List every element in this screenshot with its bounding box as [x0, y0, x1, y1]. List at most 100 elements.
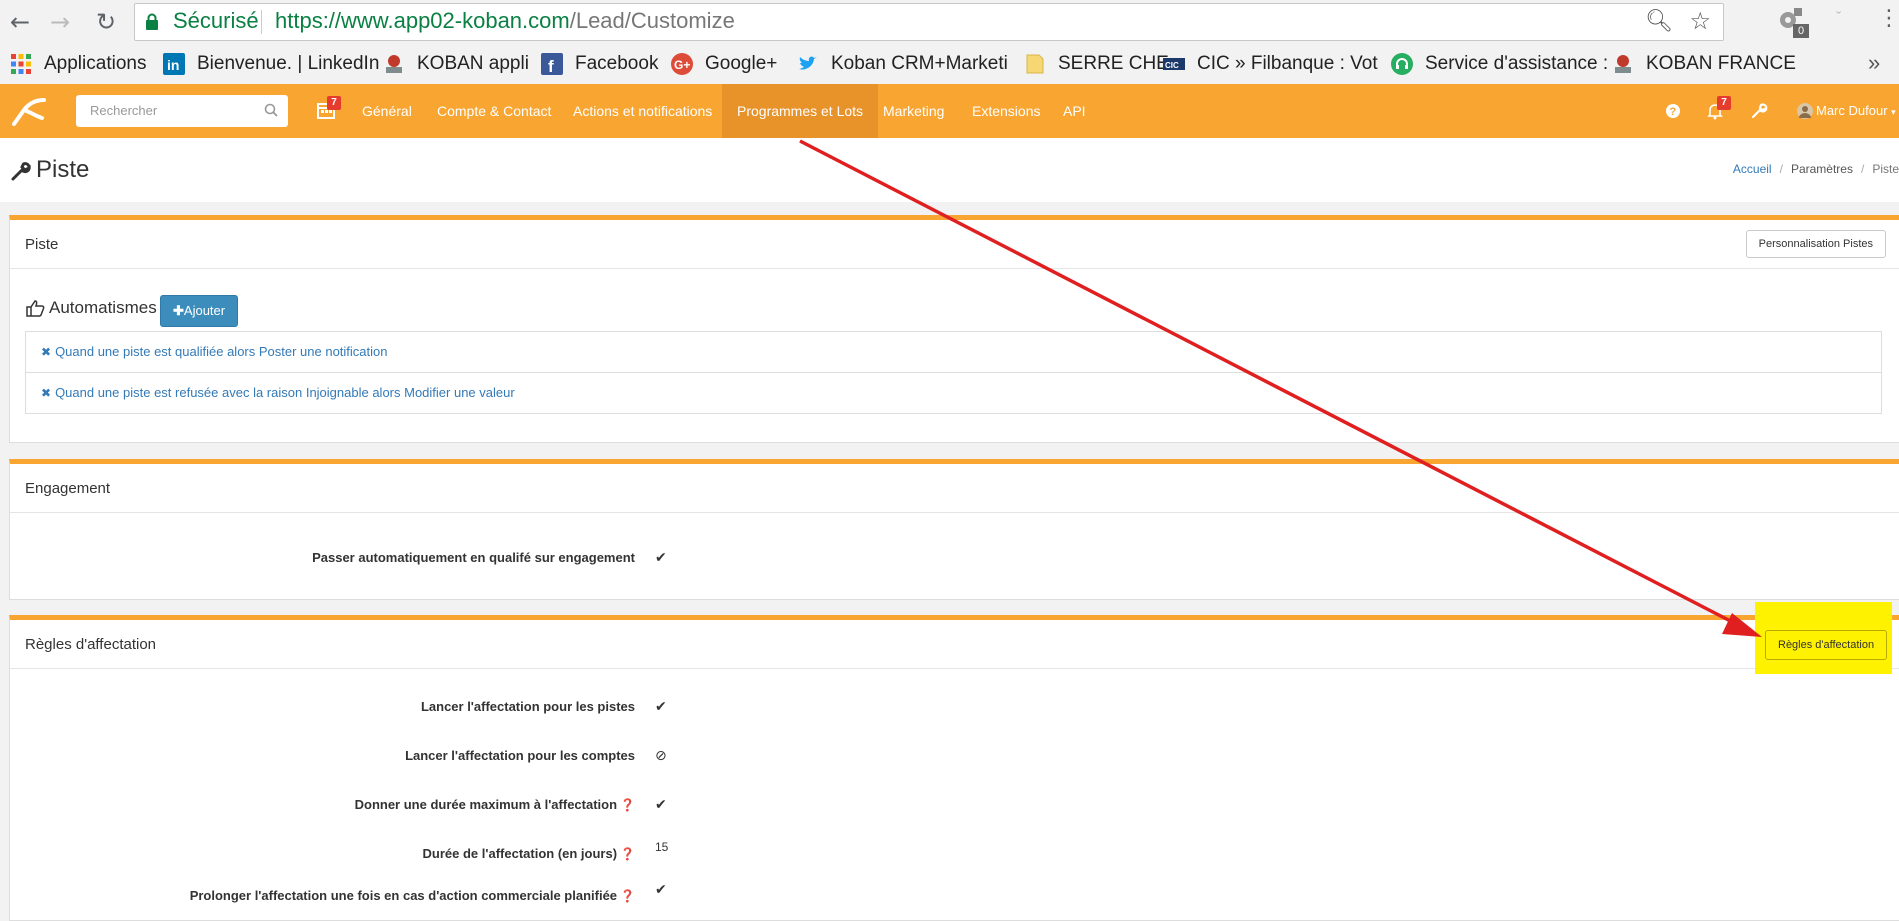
folder-icon — [1026, 54, 1044, 74]
list-item[interactable]: ✖ Quand une piste est qualifiée alors Pos… — [25, 331, 1882, 373]
forward-arrow-icon[interactable]: → — [46, 8, 74, 36]
koban-logo[interactable] — [8, 96, 48, 128]
wrench-icon — [11, 162, 32, 181]
lock-icon — [146, 13, 158, 30]
setting-row: Donner une durée maximum à l'affectation… — [354, 797, 667, 813]
automations-heading: Automatismes — [25, 298, 157, 318]
automation-list: ✖ Quand une piste est qualifiée alors Pos… — [25, 331, 1882, 414]
search-icon[interactable] — [264, 103, 278, 117]
setting-row: Passer automatiquement en qualifé sur en… — [312, 550, 667, 566]
breadcrumb: Accueil / Paramètres / Piste — [1732, 162, 1899, 176]
apps-grid-icon — [11, 54, 31, 74]
setting-row: Lancer l'affectation pour les comptes ⊘ — [405, 748, 667, 764]
wrench-icon[interactable] — [1750, 102, 1768, 120]
regles-affectation-button[interactable]: Règles d'affectation — [1765, 630, 1888, 660]
support-headset-icon — [1391, 53, 1413, 75]
help-icon[interactable]: ? — [1664, 102, 1682, 120]
list-item[interactable]: ✖ Quand une piste est refusée avec la rai… — [25, 372, 1882, 414]
bookmark-facebook[interactable]: f Facebook — [541, 52, 658, 76]
panel-regles-header: Règles d'affectation — [10, 620, 1899, 669]
reload-icon[interactable]: ↻ — [92, 8, 120, 36]
svg-text:in: in — [167, 57, 179, 73]
check-icon: ✔ — [655, 550, 667, 566]
browser-toolbar: ← → ↻ Sécurisé https://www.app02-koban.c… — [0, 0, 1899, 44]
svg-text:f: f — [548, 57, 554, 75]
nav-marketing[interactable]: Marketing — [868, 84, 959, 138]
breadcrumb-parametres[interactable]: Paramètres — [1791, 162, 1853, 176]
cic-icon: CIC — [1163, 58, 1185, 70]
panel-engagement: Engagement Passer automatiquement en qua… — [9, 459, 1899, 600]
setting-row: Prolonger l'affectation une fois en cas … — [189, 882, 667, 903]
search-input[interactable] — [88, 102, 252, 119]
panel-piste-title: Piste — [25, 236, 59, 253]
linkedin-icon: in — [163, 53, 185, 75]
duration-value: 15 — [655, 840, 669, 854]
secure-label: Sécurisé — [173, 8, 259, 33]
panel-piste-header: Piste Personnalisation Pistes — [10, 220, 1899, 269]
nav-programmes-lots[interactable]: Programmes et Lots — [722, 84, 879, 138]
nav-compte-contact[interactable]: Compte & Contact — [422, 84, 566, 138]
user-menu[interactable]: Marc Dufour ▾ — [1816, 84, 1896, 140]
svg-text:?: ? — [1670, 106, 1677, 118]
thumbs-up-icon — [26, 300, 45, 317]
url-text: https://www.app02-koban.com/Lead/Customi… — [275, 8, 735, 33]
ban-icon: ⊘ — [655, 748, 667, 764]
panel-regles-title: Règles d'affectation — [25, 636, 157, 653]
avatar[interactable] — [1796, 102, 1814, 120]
nav-extensions[interactable]: Extensions — [957, 84, 1055, 138]
back-arrow-icon[interactable]: ← — [6, 8, 34, 36]
bookmarks-overflow[interactable]: » — [1868, 50, 1880, 76]
bookmark-star-icon[interactable]: ☆ — [1689, 7, 1711, 35]
breadcrumb-accueil[interactable]: Accueil — [1733, 162, 1772, 176]
panel-regles-affectation: Règles d'affectation Lancer l'affectatio… — [9, 615, 1899, 921]
notification-badge: 7 — [1717, 96, 1731, 110]
remove-icon[interactable]: ✖ — [41, 345, 51, 359]
google-plus-icon: G+ — [671, 53, 693, 75]
question-circle-icon[interactable]: ❓ — [620, 798, 635, 812]
page-header: Piste Accueil / Paramètres / Piste — [0, 138, 1899, 202]
bookmark-koban-appli[interactable]: KOBAN appli — [383, 52, 529, 76]
zoom-icon[interactable]: 🔍︎ — [1645, 9, 1673, 34]
nav-general[interactable]: Général — [347, 84, 427, 138]
check-icon: ✔ — [655, 797, 667, 813]
svg-text:CIC: CIC — [1165, 61, 1179, 70]
extension-placeholder-icon: ˇ — [1836, 10, 1842, 27]
question-circle-icon[interactable]: ❓ — [620, 889, 635, 903]
question-circle-icon[interactable]: ❓ — [620, 847, 635, 861]
bookmark-linkedin[interactable]: in Bienvenue. | LinkedIn — [163, 52, 379, 76]
check-icon: ✔ — [655, 882, 667, 898]
nav-api[interactable]: API — [1048, 84, 1101, 138]
extension-badge: 0 — [1793, 24, 1809, 38]
setting-row: Lancer l'affectation pour les pistes ✔ — [420, 699, 667, 715]
bookmark-koban-france[interactable]: KOBAN FRANCE — [1612, 52, 1796, 76]
facebook-icon: f — [541, 53, 563, 75]
svg-text:G+: G+ — [674, 58, 690, 72]
search-box — [76, 95, 288, 127]
page-title: Piste — [36, 156, 90, 183]
panel-piste: Piste Personnalisation Pistes Automatism… — [9, 215, 1899, 443]
bookmarks-bar: Applications in Bienvenue. | LinkedIn KO… — [0, 44, 1899, 85]
panel-engagement-title: Engagement — [25, 480, 111, 497]
app-navbar: 7 Général Compte & Contact Actions et no… — [0, 84, 1899, 138]
address-bar[interactable]: Sécurisé https://www.app02-koban.com/Lea… — [134, 3, 1724, 41]
add-automation-button[interactable]: ✚Ajouter — [160, 295, 239, 327]
browser-menu-icon[interactable]: ⋮ — [1878, 6, 1899, 31]
koban-favicon-icon — [1615, 55, 1631, 73]
koban-favicon-icon — [386, 55, 402, 73]
personnalisation-pistes-button[interactable]: Personnalisation Pistes — [1745, 230, 1886, 258]
setting-row: Durée de l'affectation (en jours) ❓ 15 — [422, 840, 669, 861]
bookmark-serre-che[interactable]: SERRE CHE — [1024, 52, 1169, 76]
breadcrumb-current: Piste — [1872, 162, 1899, 176]
remove-icon[interactable]: ✖ — [41, 386, 51, 400]
calendar-badge: 7 — [327, 96, 341, 110]
bookmark-koban-twitter[interactable]: Koban CRM+Marketi — [797, 52, 1008, 76]
omnibox-divider — [261, 10, 262, 34]
panel-engagement-header: Engagement — [10, 464, 1899, 513]
check-icon: ✔ — [655, 699, 667, 715]
twitter-icon — [799, 56, 817, 70]
bookmark-google-plus[interactable]: G+ Google+ — [671, 52, 777, 76]
bookmark-applications[interactable]: Applications — [10, 52, 146, 76]
bookmark-service-assistance[interactable]: Service d'assistance : — [1391, 52, 1608, 76]
bookmark-cic[interactable]: CIC CIC » Filbanque : Vot — [1163, 52, 1378, 76]
nav-actions-notifications[interactable]: Actions et notifications — [558, 84, 727, 138]
